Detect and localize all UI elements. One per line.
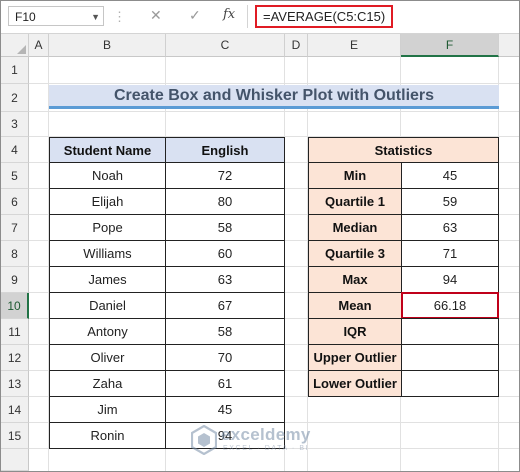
- select-all-icon: [17, 45, 26, 54]
- stat-label-cell[interactable]: IQR: [308, 318, 402, 345]
- row-header-9[interactable]: 9: [1, 267, 29, 293]
- column-header-d[interactable]: D: [285, 34, 308, 57]
- students-header-name[interactable]: Student Name: [49, 137, 166, 163]
- stats-header[interactable]: Statistics: [308, 137, 499, 163]
- row-header-15[interactable]: 15: [1, 423, 29, 449]
- students-header-english[interactable]: English: [165, 137, 285, 163]
- english-score-cell[interactable]: 58: [165, 318, 285, 345]
- english-score-cell[interactable]: 60: [165, 240, 285, 267]
- student-name-cell[interactable]: Ronin: [49, 422, 166, 449]
- row-header-8[interactable]: 8: [1, 241, 29, 267]
- row-header-6[interactable]: 6: [1, 189, 29, 215]
- gridline: [29, 83, 519, 84]
- row-header-10[interactable]: 10: [1, 293, 29, 319]
- stat-label-cell[interactable]: Max: [308, 266, 402, 293]
- stat-label-cell[interactable]: Quartile 1: [308, 188, 402, 215]
- column-header-a[interactable]: A: [29, 34, 49, 57]
- english-score-cell[interactable]: 70: [165, 344, 285, 371]
- column-header-g[interactable]: [499, 34, 519, 57]
- english-score-cell[interactable]: 61: [165, 370, 285, 397]
- student-name-cell[interactable]: Daniel: [49, 292, 166, 319]
- formula-bar: F10 ▼ ⋮ ✕ ✓ fx =AVERAGE(C5:C15): [1, 1, 519, 34]
- stat-value-cell[interactable]: 59: [401, 188, 499, 215]
- row-header-13[interactable]: 13: [1, 371, 29, 397]
- row-header-16[interactable]: [1, 449, 29, 471]
- row-header-4[interactable]: 4: [1, 137, 29, 163]
- column-header-c[interactable]: C: [166, 34, 285, 57]
- formula-input[interactable]: =AVERAGE(C5:C15): [255, 5, 394, 28]
- stat-value-cell[interactable]: 71: [401, 240, 499, 267]
- spreadsheet-window: F10 ▼ ⋮ ✕ ✓ fx =AVERAGE(C5:C15) A B C D …: [0, 0, 520, 472]
- formula-divider: [247, 5, 248, 28]
- stat-value-cell[interactable]: [401, 370, 499, 397]
- student-name-cell[interactable]: Pope: [49, 214, 166, 241]
- enter-icon[interactable]: ✓: [189, 7, 201, 24]
- student-name-cell[interactable]: Williams: [49, 240, 166, 267]
- stat-label-cell[interactable]: Quartile 3: [308, 240, 402, 267]
- english-score-cell[interactable]: 63: [165, 266, 285, 293]
- row-header-12[interactable]: 12: [1, 345, 29, 371]
- insert-function-icon[interactable]: fx: [223, 7, 235, 22]
- student-name-cell[interactable]: Oliver: [49, 344, 166, 371]
- stat-value-cell[interactable]: 63: [401, 214, 499, 241]
- row-header-5[interactable]: 5: [1, 163, 29, 189]
- row-header-14[interactable]: 14: [1, 397, 29, 423]
- stat-label-cell[interactable]: Median: [308, 214, 402, 241]
- row-header-3[interactable]: 3: [1, 112, 29, 137]
- english-score-cell[interactable]: 58: [165, 214, 285, 241]
- student-name-cell[interactable]: Elijah: [49, 188, 166, 215]
- watermark-tagline: EXCEL · DATA · BI: [223, 445, 310, 452]
- row-header-2[interactable]: 2: [1, 84, 29, 112]
- stat-value-cell[interactable]: [401, 318, 499, 345]
- english-score-cell[interactable]: 67: [165, 292, 285, 319]
- row-header-7[interactable]: 7: [1, 215, 29, 241]
- stat-value-cell[interactable]: 45: [401, 162, 499, 189]
- exceldemy-logo-icon: [191, 425, 217, 455]
- stat-label-cell[interactable]: Min: [308, 162, 402, 189]
- student-name-cell[interactable]: Noah: [49, 162, 166, 189]
- gridline: [29, 111, 519, 112]
- english-score-cell[interactable]: 80: [165, 188, 285, 215]
- row-header-11[interactable]: 11: [1, 319, 29, 345]
- sheet-title[interactable]: Create Box and Whisker Plot with Outlier…: [49, 85, 499, 109]
- student-name-cell[interactable]: James: [49, 266, 166, 293]
- name-box[interactable]: F10 ▼: [8, 6, 104, 26]
- english-score-cell[interactable]: 72: [165, 162, 285, 189]
- watermark: exceldemy EXCEL · DATA · BI: [191, 423, 351, 459]
- row-header-1[interactable]: 1: [1, 57, 29, 84]
- selected-cell-f10[interactable]: 66.18: [401, 292, 499, 319]
- select-all-button[interactable]: [1, 34, 29, 57]
- student-name-cell[interactable]: Jim: [49, 396, 166, 423]
- stat-label-cell[interactable]: Lower Outlier: [308, 370, 402, 397]
- stat-value-cell[interactable]: 94: [401, 266, 499, 293]
- english-score-cell[interactable]: 45: [165, 396, 285, 423]
- column-header-f[interactable]: F: [401, 34, 499, 57]
- column-header-e[interactable]: E: [308, 34, 401, 57]
- watermark-name: exceldemy: [221, 425, 311, 444]
- drag-handle-icon[interactable]: ⋮: [113, 9, 126, 25]
- stat-value-cell[interactable]: [401, 344, 499, 371]
- stat-label-cell[interactable]: Upper Outlier: [308, 344, 402, 371]
- student-name-cell[interactable]: Zaha: [49, 370, 166, 397]
- cancel-icon[interactable]: ✕: [150, 7, 162, 24]
- name-box-value: F10: [15, 10, 36, 24]
- stat-label-cell[interactable]: Mean: [308, 292, 402, 319]
- student-name-cell[interactable]: Antony: [49, 318, 166, 345]
- column-header-b[interactable]: B: [49, 34, 166, 57]
- chevron-down-icon[interactable]: ▼: [91, 7, 100, 27]
